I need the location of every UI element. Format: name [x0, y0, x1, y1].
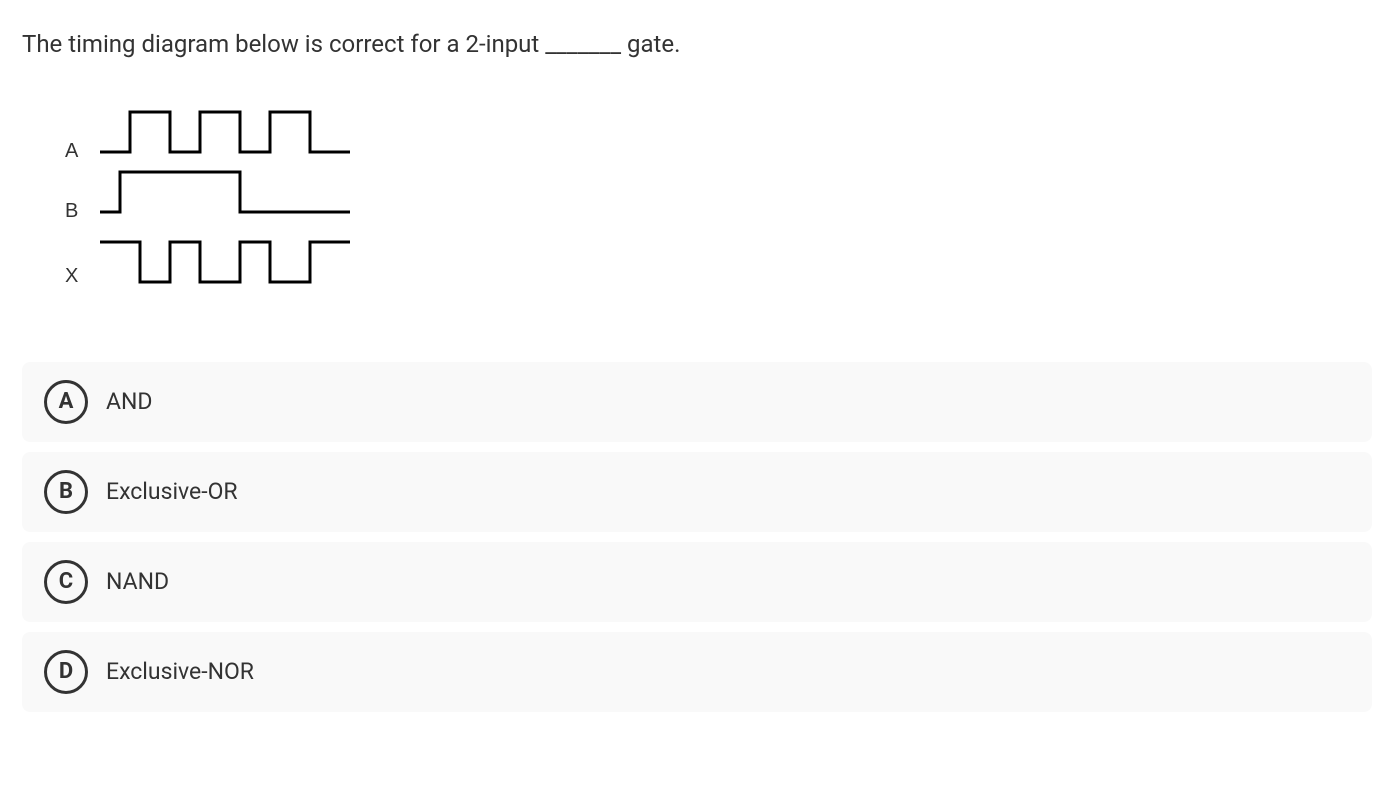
signal-waveform-a: [100, 112, 350, 152]
option-b[interactable]: B Exclusive-OR: [22, 452, 1372, 532]
option-letter-a: A: [44, 380, 88, 424]
option-letter-d: D: [44, 650, 88, 694]
option-text-c: NAND: [106, 568, 169, 595]
signal-waveform-x: [100, 242, 350, 282]
signal-label-a: A: [65, 140, 79, 162]
option-text-d: Exclusive-NOR: [106, 658, 254, 685]
signal-label-b: B: [65, 200, 78, 222]
question-text: The timing diagram below is correct for …: [22, 28, 1372, 62]
option-letter-c: C: [44, 560, 88, 604]
signal-label-x: X: [65, 265, 78, 287]
option-d[interactable]: D Exclusive-NOR: [22, 632, 1372, 712]
signal-waveform-b: [100, 172, 350, 212]
timing-diagram-container: A B X: [40, 102, 1372, 312]
option-letter-b: B: [44, 470, 88, 514]
timing-diagram: A B X: [40, 102, 380, 312]
option-a[interactable]: A AND: [22, 362, 1372, 442]
options-list: A AND B Exclusive-OR C NAND D Exclusive-…: [22, 362, 1372, 712]
option-text-b: Exclusive-OR: [106, 478, 238, 505]
option-text-a: AND: [106, 388, 153, 415]
option-c[interactable]: C NAND: [22, 542, 1372, 622]
